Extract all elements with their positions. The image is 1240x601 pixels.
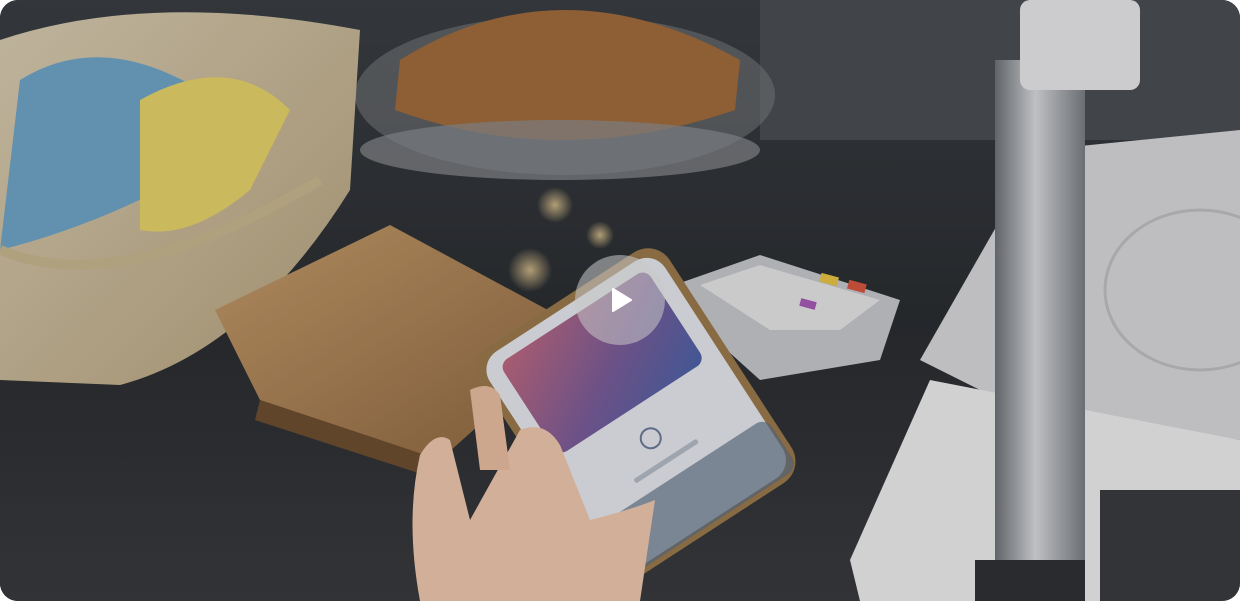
play-button[interactable] bbox=[575, 255, 665, 345]
play-icon bbox=[612, 288, 632, 312]
video-player[interactable] bbox=[0, 0, 1240, 601]
